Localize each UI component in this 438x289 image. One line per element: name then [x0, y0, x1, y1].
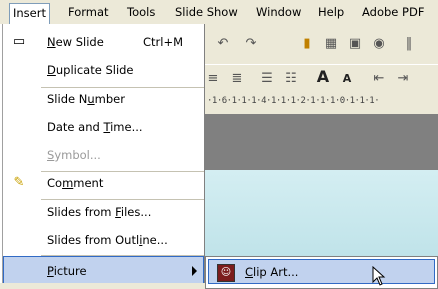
menu-insert[interactable]: Insert [9, 3, 50, 24]
menu-slide-show[interactable]: Slide Show [175, 4, 238, 20]
menu-item-label: Duplicate Slide [47, 63, 134, 77]
submenu-item-clip-art[interactable]: ☺ Clip Art... [208, 259, 435, 284]
clip-art-icon: ☺ [217, 264, 235, 282]
submenu-item-label: Clip Art... [245, 265, 299, 279]
status-strip [0, 283, 205, 289]
menu-item-picture[interactable]: Picture [3, 256, 204, 284]
mouse-pointer-icon [372, 266, 386, 286]
ruler-scale: ·1·6·1·1·1·4·1·1·1·2·1·1·1·0·1·1·1· [207, 96, 380, 106]
menu-item-comment[interactable]: ✎ Comment [3, 169, 204, 197]
numbering-icon[interactable]: ☰ [259, 71, 275, 87]
menu-item-label: Slides from Outline... [47, 233, 168, 247]
menu-item-slide-number[interactable]: Slide Number [3, 85, 204, 113]
comment-icon: ✎ [13, 175, 25, 190]
menu-item-new-slide[interactable]: ▭ New Slide Ctrl+M [3, 28, 204, 56]
menu-item-label: Date and Time... [47, 120, 143, 134]
standard-toolbar: ↶ ↷ ▮ ▦ ▣ ◉ ‖ [205, 24, 438, 64]
menu-item-duplicate-slide[interactable]: Duplicate Slide [3, 56, 204, 84]
menu-item-symbol: Symbol... [3, 141, 204, 169]
picture-submenu: ☺ Clip Art... [205, 256, 438, 289]
redo-icon[interactable]: ↷ [243, 36, 259, 52]
menu-item-label: Slide Number [47, 92, 125, 106]
tables-borders-icon[interactable]: ▣ [347, 36, 363, 52]
show-formatting-icon[interactable]: ‖ [401, 36, 417, 52]
increase-indent-icon[interactable]: ⇥ [395, 71, 411, 87]
decrease-indent-icon[interactable]: ⇤ [371, 71, 387, 87]
menu-item-label: Symbol... [47, 148, 101, 162]
align-right-icon[interactable]: ≣ [229, 71, 245, 87]
menu-tools[interactable]: Tools [127, 4, 155, 20]
align-center-icon[interactable]: ≡ [205, 71, 221, 87]
bullets-icon[interactable]: ☷ [283, 71, 299, 87]
menu-item-date-time[interactable]: Date and Time... [3, 113, 204, 141]
menu-item-label: New Slide [47, 35, 104, 49]
menu-item-slides-from-outline[interactable]: Slides from Outline... [3, 226, 204, 254]
menu-window[interactable]: Window [256, 4, 301, 20]
increase-font-size-icon[interactable]: A [315, 69, 331, 85]
submenu-arrow-icon [192, 266, 197, 276]
insert-table-icon[interactable]: ▦ [323, 36, 339, 52]
menu-help[interactable]: Help [318, 4, 344, 20]
insert-menu: ▭ New Slide Ctrl+M Duplicate Slide Slide… [2, 24, 205, 289]
color-grayscale-icon[interactable]: ◉ [371, 36, 387, 52]
menu-item-slides-from-files[interactable]: Slides from Files... [3, 198, 204, 226]
insert-chart-icon[interactable]: ▮ [299, 36, 315, 52]
menu-item-shortcut: Ctrl+M [143, 35, 184, 49]
menu-format[interactable]: Format [68, 4, 109, 20]
workspace-background [205, 114, 438, 170]
menu-item-label: Slides from Files... [47, 205, 152, 219]
undo-icon[interactable]: ↶ [215, 36, 231, 52]
menu-item-label: Picture [47, 264, 87, 278]
formatting-toolbar: ≡ ≣ ☰ ☷ A A ⇤ ⇥ [205, 64, 438, 93]
menu-bar: Insert Format Tools Slide Show Window He… [0, 0, 438, 24]
decrease-font-size-icon[interactable]: A [339, 71, 355, 87]
menu-item-label: Comment [47, 176, 104, 190]
new-slide-icon: ▭ [12, 34, 26, 49]
horizontal-ruler: ·1·6·1·1·1·4·1·1·1·2·1·1·1·0·1·1·1· [205, 92, 438, 114]
menu-adobe-pdf[interactable]: Adobe PDF [362, 4, 424, 20]
